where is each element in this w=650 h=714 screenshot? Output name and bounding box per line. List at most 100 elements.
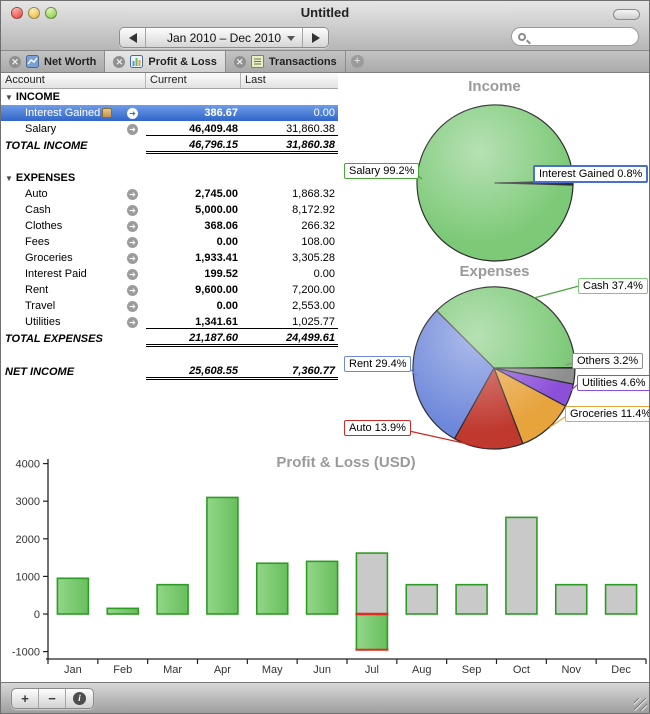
close-tab-icon[interactable]: ✕ — [9, 56, 21, 68]
table-row[interactable]: Interest Gained➜386.670.00 — [1, 105, 338, 121]
tab-bar: ✕Net Worth✕Profit & Loss✕Transactions + — [1, 51, 649, 73]
pie-label-interest-gained: Interest Gained 0.8% — [533, 165, 648, 183]
tab-transactions[interactable]: ✕Transactions — [226, 51, 346, 72]
window-chrome: Untitled Jan 2010 – Dec 2010 — [1, 1, 649, 51]
net-label-cell: NET INCOME — [1, 363, 146, 381]
row-detail-arrow[interactable]: ➜ — [127, 253, 138, 264]
tab-net-worth[interactable]: ✕Net Worth — [1, 51, 105, 72]
month-label: Aug — [412, 664, 432, 676]
bar-actual-apr — [207, 497, 238, 614]
account-cell: Salary➜ — [1, 121, 146, 137]
table-row[interactable]: Groceries➜1,933.413,305.28 — [1, 250, 338, 266]
last-value: 266.32 — [241, 220, 338, 232]
month-label: Jan — [64, 664, 82, 676]
next-period-button[interactable] — [303, 28, 328, 47]
current-value: 21,187.60 — [146, 332, 241, 347]
y-tick-label: 0 — [34, 609, 40, 621]
total-label: TOTAL EXPENSES — [5, 333, 103, 345]
current-value: 386.67 — [146, 107, 241, 119]
bar-projected-nov — [556, 585, 587, 614]
prev-period-button[interactable] — [120, 28, 145, 47]
chevron-down-icon — [287, 36, 295, 41]
table-row[interactable]: Interest Paid➜199.520.00 — [1, 266, 338, 282]
pie-charts-canvas — [338, 73, 650, 451]
account-cell: Travel➜ — [1, 298, 146, 314]
row-detail-arrow[interactable]: ➜ — [127, 189, 138, 200]
net-income-label: NET INCOME — [5, 366, 74, 378]
table-row[interactable]: Travel➜0.002,553.00 — [1, 298, 338, 314]
account-cell: Interest Gained ➜ — [1, 105, 146, 121]
account-name: Interest Gained — [25, 107, 100, 119]
account-cell: Fees➜ — [1, 234, 146, 250]
month-label: Feb — [113, 664, 132, 676]
info-icon: i — [73, 692, 86, 705]
last-value: 31,860.38 — [241, 139, 338, 154]
last-value: 0.00 — [241, 268, 338, 280]
add-tab-button[interactable]: + — [351, 55, 364, 68]
account-cell: Clothes➜ — [1, 218, 146, 234]
current-value: 46,796.15 — [146, 139, 241, 154]
month-label: Jun — [313, 664, 331, 676]
last-value: 31,860.38 — [241, 123, 338, 136]
remove-button[interactable]: − — [39, 689, 66, 708]
month-label: Sep — [462, 664, 482, 676]
account-cell: Interest Paid➜ — [1, 266, 146, 282]
bar-chart-title: Profit & Loss (USD) — [276, 454, 415, 471]
row-detail-arrow[interactable]: ➜ — [127, 205, 138, 216]
date-range-dropdown[interactable]: Jan 2010 – Dec 2010 — [145, 28, 303, 47]
table-row[interactable]: Rent➜9,600.007,200.00 — [1, 282, 338, 298]
table-row[interactable]: Salary➜46,409.4831,860.38 — [1, 121, 338, 137]
row-detail-arrow[interactable]: ➜ — [127, 301, 138, 312]
profit-loss-bar-chart: Profit & Loss (USD)40003000200010000-100… — [1, 451, 650, 684]
row-detail-arrow[interactable]: ➜ — [127, 317, 138, 328]
current-value: 0.00 — [146, 300, 241, 312]
tab-profit-loss[interactable]: ✕Profit & Loss — [104, 51, 225, 72]
bar-chart-icon — [130, 55, 143, 68]
month-label: Oct — [513, 664, 530, 676]
account-name: Cash — [25, 204, 51, 216]
disclosure-triangle-icon[interactable]: ▼ — [5, 174, 13, 183]
table-row[interactable]: Fees➜0.00108.00 — [1, 234, 338, 250]
row-detail-arrow[interactable]: ➜ — [127, 285, 138, 296]
close-tab-icon[interactable]: ✕ — [234, 56, 246, 68]
row-detail-arrow[interactable]: ➜ — [127, 221, 138, 232]
table-row[interactable]: Clothes➜368.06266.32 — [1, 218, 338, 234]
row-detail-arrow[interactable]: ➜ — [127, 269, 138, 280]
last-value: 2,553.00 — [241, 300, 338, 312]
account-cell: Auto➜ — [1, 186, 146, 202]
last-value: 108.00 — [241, 236, 338, 248]
search-field[interactable] — [511, 27, 639, 46]
table-row[interactable]: Auto➜2,745.001,868.32 — [1, 186, 338, 202]
table-row[interactable]: Cash➜5,000.008,172.92 — [1, 202, 338, 218]
close-tab-icon[interactable]: ✕ — [113, 56, 125, 68]
resize-grip[interactable] — [634, 698, 647, 711]
column-header-last[interactable]: Last — [241, 73, 338, 88]
bar-actual-jul — [356, 614, 387, 650]
add-button[interactable]: + — [12, 689, 39, 708]
month-label: Nov — [561, 664, 581, 676]
row-detail-arrow[interactable]: ➜ — [127, 108, 138, 119]
column-header-current[interactable]: Current — [146, 73, 241, 88]
info-button[interactable]: i — [66, 689, 93, 708]
section-name: EXPENSES — [16, 172, 75, 184]
row-detail-arrow[interactable]: ➜ — [127, 124, 138, 135]
account-cell: Cash ➜ — [1, 202, 146, 218]
line-chart-icon — [26, 55, 39, 68]
disclosure-triangle-icon[interactable]: ▼ — [5, 93, 13, 102]
account-cell: Utilities➜ — [1, 314, 146, 330]
pie-label-salary: Salary 99.2% — [344, 163, 419, 179]
column-header-account[interactable]: Account — [1, 73, 146, 88]
section-row-income[interactable]: ▼INCOME — [1, 89, 338, 105]
spacer-row — [1, 348, 338, 363]
current-value: 5,000.00 — [146, 204, 241, 216]
income-chart-title: Income — [338, 78, 650, 95]
section-row-expenses[interactable]: ▼EXPENSES — [1, 170, 338, 186]
toolbar-toggle-button[interactable] — [613, 9, 640, 20]
total-label: TOTAL INCOME — [5, 140, 88, 152]
bar-projected-dec — [606, 585, 637, 614]
row-detail-arrow[interactable]: ➜ — [127, 237, 138, 248]
search-input[interactable] — [530, 29, 630, 44]
table-row[interactable]: Utilities➜1,341.611,025.77 — [1, 314, 338, 330]
app-window: Untitled Jan 2010 – Dec 2010 ✕Net Worth✕… — [0, 0, 650, 714]
date-range-control: Jan 2010 – Dec 2010 — [119, 27, 329, 48]
